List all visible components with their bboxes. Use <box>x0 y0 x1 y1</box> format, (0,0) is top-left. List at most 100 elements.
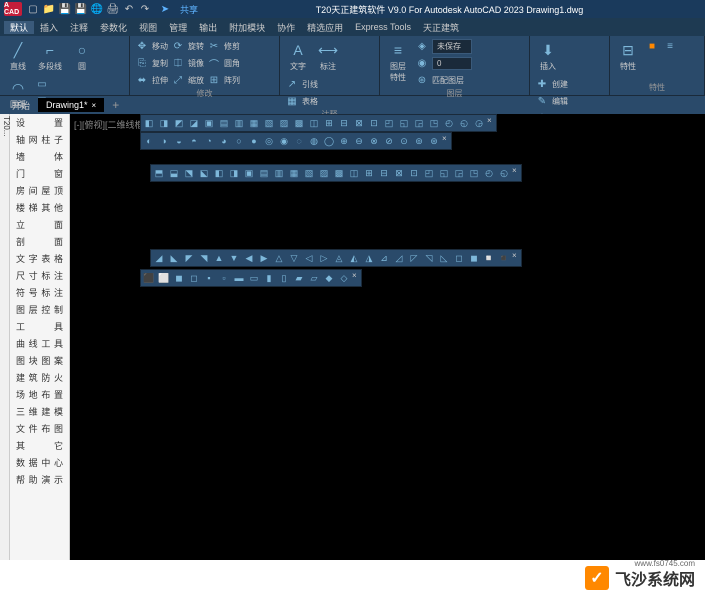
app-logo[interactable]: A CAD <box>4 2 22 16</box>
layer-match-icon[interactable]: ⊛ <box>414 72 430 88</box>
tool-icon[interactable]: ◵ <box>497 166 511 180</box>
tool-icon[interactable]: ◰ <box>382 116 396 130</box>
tool-icon[interactable]: ◓ <box>187 134 201 148</box>
sidebar-tab[interactable]: T20... <box>0 114 10 560</box>
tool-icon[interactable]: ⬕ <box>197 166 211 180</box>
tab-add-button[interactable]: + <box>104 98 127 112</box>
tool-icon[interactable]: ◳ <box>427 116 441 130</box>
tool-icon[interactable]: ▧ <box>262 116 276 130</box>
tool-icon[interactable]: ◰ <box>422 166 436 180</box>
tool-icon[interactable]: ⊞ <box>322 116 336 130</box>
sidebar-item-block[interactable]: 图块图案 <box>10 352 69 369</box>
tool-icon[interactable]: ◣ <box>167 251 181 265</box>
tool-icon[interactable]: ◫ <box>307 116 321 130</box>
tool-icon[interactable]: ▩ <box>332 166 346 180</box>
tool-icon[interactable]: ⊕ <box>337 134 351 148</box>
floating-toolbar-1[interactable]: ◧◨◩◪▣▤▥▦▧▨▩◫⊞⊟⊠⊡◰◱◲◳◴◵◶× <box>140 114 497 132</box>
layer-dropdown[interactable]: 0 <box>432 57 472 70</box>
tool-icon[interactable]: ◨ <box>157 116 171 130</box>
tool-icon[interactable]: ◸ <box>407 251 421 265</box>
sidebar-item-axis[interactable]: 轴网柱子 <box>10 131 69 148</box>
tool-icon[interactable]: ⊟ <box>337 116 351 130</box>
sidebar-item-room[interactable]: 房间屋顶 <box>10 182 69 199</box>
tool-icon[interactable]: ⬒ <box>152 166 166 180</box>
tool-icon[interactable]: ▦ <box>287 166 301 180</box>
menu-output[interactable]: 输出 <box>193 21 223 34</box>
layer-current-icon[interactable]: ◉ <box>414 55 430 71</box>
props-tool[interactable]: ⊟ 特性 <box>614 38 642 82</box>
tool-icon[interactable]: ◲ <box>452 166 466 180</box>
layer-state-dropdown[interactable]: 未保存 <box>432 39 472 54</box>
sidebar-item-data[interactable]: 数据中心 <box>10 454 69 471</box>
tool-icon[interactable]: ◒ <box>172 134 186 148</box>
floating-toolbar-4[interactable]: ◢◣◤◥▲▼◀▶△▽◁▷◬◭◮⊿◿◸◹◺◻◼◽◾× <box>150 249 522 267</box>
tool-icon[interactable]: ▨ <box>317 166 331 180</box>
tool-icon[interactable]: ◾ <box>497 251 511 265</box>
tool-icon[interactable]: ▭ <box>247 271 261 285</box>
tool-icon[interactable]: ⊠ <box>392 166 406 180</box>
tab-drawing1[interactable]: Drawing1* × <box>38 98 104 112</box>
menu-collaborate[interactable]: 协作 <box>271 21 301 34</box>
tool-icon[interactable]: ▽ <box>287 251 301 265</box>
tool-icon[interactable]: ◱ <box>437 166 451 180</box>
tool-icon[interactable]: ◻ <box>452 251 466 265</box>
tool-icon[interactable]: ◤ <box>182 251 196 265</box>
sidebar-item-site[interactable]: 场地布置 <box>10 386 69 403</box>
floating-toolbar-2[interactable]: ◐◑◒◓◔◕○●◎◉◌◍◯⊕⊖⊗⊘⊙⊚⊛× <box>140 132 452 150</box>
tool-icon[interactable]: ◍ <box>307 134 321 148</box>
color-icon[interactable]: ■ <box>644 38 660 54</box>
close-icon[interactable]: × <box>352 271 360 285</box>
tool-icon[interactable]: ⬔ <box>182 166 196 180</box>
tool-icon[interactable]: △ <box>272 251 286 265</box>
tool-icon[interactable]: ◧ <box>212 166 226 180</box>
tool-icon[interactable]: ◻ <box>187 271 201 285</box>
sidebar-item-stair[interactable]: 楼梯其他 <box>10 199 69 216</box>
rotate-icon[interactable]: ⟳ <box>170 38 186 54</box>
save-icon[interactable]: 💾 <box>58 2 72 16</box>
sidebar-item-help[interactable]: 帮助演示 <box>10 471 69 488</box>
tool-icon[interactable]: ◇ <box>337 271 351 285</box>
menu-express[interactable]: Express Tools <box>349 22 417 32</box>
sidebar-item-elevation[interactable]: 立 面 <box>10 216 69 233</box>
tool-icon[interactable]: ▦ <box>247 116 261 130</box>
fillet-icon[interactable]: ⌒ <box>206 55 222 71</box>
tool-icon[interactable]: ◱ <box>397 116 411 130</box>
text-tool[interactable]: A 文字 <box>284 38 312 74</box>
scale-icon[interactable]: ⤢ <box>170 72 186 88</box>
tool-icon[interactable]: ◮ <box>362 251 376 265</box>
tool-icon[interactable]: ◿ <box>392 251 406 265</box>
sidebar-item-3d[interactable]: 三维建模 <box>10 403 69 420</box>
linetype-icon[interactable]: ≡ <box>662 38 678 54</box>
tool-icon[interactable]: ◆ <box>322 271 336 285</box>
tool-icon[interactable]: ◌ <box>292 134 306 148</box>
drawing-canvas[interactable]: [-][俯视][二维线框] ◧◨◩◪▣▤▥▦▧▨▩◫⊞⊟⊠⊡◰◱◲◳◴◵◶× ◐… <box>70 114 705 560</box>
tool-icon[interactable]: ◽ <box>482 251 496 265</box>
tool-icon[interactable]: ▥ <box>272 166 286 180</box>
tool-icon[interactable]: ⊖ <box>352 134 366 148</box>
tool-icon[interactable]: ◀ <box>242 251 256 265</box>
tool-icon[interactable]: ▶ <box>257 251 271 265</box>
tool-icon[interactable]: ▰ <box>292 271 306 285</box>
tool-icon[interactable]: ▼ <box>227 251 241 265</box>
menu-tianzheng[interactable]: 天正建筑 <box>417 21 465 34</box>
tool-icon[interactable]: ◕ <box>217 134 231 148</box>
menu-view[interactable]: 视图 <box>133 21 163 34</box>
tool-icon[interactable]: ◥ <box>197 251 211 265</box>
tool-icon[interactable]: ▬ <box>232 271 246 285</box>
tool-icon[interactable]: ⊛ <box>427 134 441 148</box>
table-icon[interactable]: ▦ <box>284 93 300 109</box>
menu-annotate[interactable]: 注释 <box>64 21 94 34</box>
tool-icon[interactable]: ▷ <box>317 251 331 265</box>
copy-icon[interactable]: ⎘ <box>134 55 150 71</box>
create-icon[interactable]: ✚ <box>534 76 550 92</box>
tool-icon[interactable]: ⊞ <box>362 166 376 180</box>
undo-icon[interactable]: ↶ <box>122 2 136 16</box>
circle-tool[interactable]: ○ 圆 <box>68 38 96 74</box>
sidebar-item-symbol[interactable]: 符号标注 <box>10 284 69 301</box>
tool-icon[interactable]: ◧ <box>142 116 156 130</box>
tool-icon[interactable]: ⬜ <box>157 271 171 285</box>
tool-icon[interactable]: ◴ <box>442 116 456 130</box>
mirror-icon[interactable]: ⎅ <box>170 55 186 71</box>
tool-icon[interactable]: ◔ <box>202 134 216 148</box>
tool-icon[interactable]: ◼ <box>172 271 186 285</box>
